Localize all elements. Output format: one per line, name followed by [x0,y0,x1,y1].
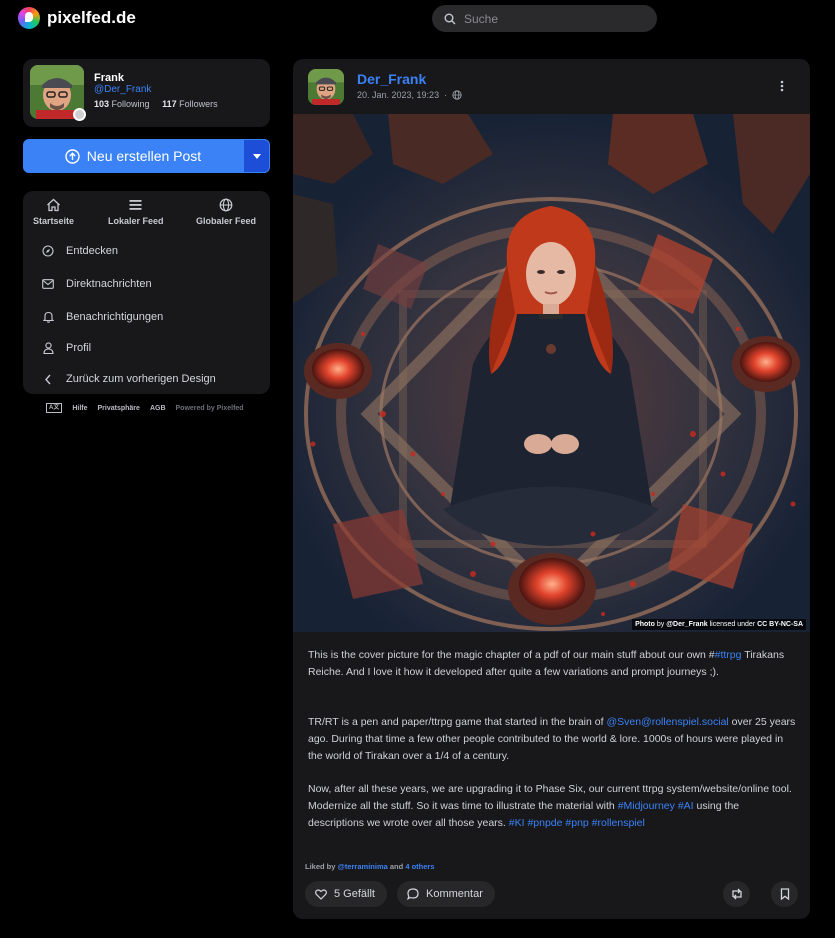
bookmark-button[interactable] [771,881,798,907]
profile-handle[interactable]: @Der_Frank [94,84,151,95]
caret-down-icon [252,153,261,159]
like-button[interactable]: 5 Gefällt [305,881,387,907]
tab-lokaler-feed[interactable]: Lokaler Feed [108,198,164,226]
like-label: 5 Gefällt [334,888,375,900]
following-label[interactable]: Following [112,99,150,109]
caption-paragraph: Now, after all these years, we are upgra… [308,781,798,831]
profile-name[interactable]: Frank [94,72,124,84]
top-bar: pixelfed.de [0,0,835,38]
upload-icon [65,148,80,164]
comment-button[interactable]: Kommentar [397,881,495,907]
footer-help-link[interactable]: Hilfe [72,405,87,412]
photo-credit: Photo by @Der_Frank licensed under CC BY… [632,619,806,630]
nav-item-entdecken[interactable]: Entdecken [23,241,270,261]
nav-item-label: Zurück zum vorherigen Design [66,373,216,385]
bookmark-icon [780,888,789,900]
caption-paragraph: This is the cover picture for the magic … [308,647,798,681]
search-input[interactable] [464,11,644,26]
bell-icon [41,310,55,324]
nav-item-label: Profil [66,342,92,354]
comment-icon [407,888,419,900]
status-badge [73,108,86,121]
liked-others-link[interactable]: 4 others [405,862,434,871]
new-post-button[interactable]: Neu erstellen Post [23,139,243,173]
credit-prefix: Photo [635,621,655,628]
search-box[interactable] [432,5,657,32]
globe-icon [219,198,233,212]
post-date[interactable]: 20. Jan. 2023, 19:23 [357,90,439,100]
nav-item-direktnachrichten[interactable]: Direktnachrichten [23,274,270,294]
list-icon [129,200,142,210]
tab-startseite-label: Startseite [33,216,75,226]
post-actions: 5 Gefällt Kommentar [305,881,798,907]
hashtag-link[interactable]: #Midjourney [618,800,675,812]
liked-by: Liked by @terraminima and 4 others [305,862,435,871]
caption-text: This is the cover picture for the magic … [308,649,715,661]
hashtag-link[interactable]: #AI [678,800,694,812]
tab-startseite[interactable]: Startseite [33,198,74,226]
followers-label[interactable]: Followers [179,99,218,109]
new-post-dropdown-toggle[interactable] [243,139,270,173]
compass-icon [41,244,55,258]
hashtag-link[interactable]: #KI #pnpde #pnp #rollenspiel [509,817,645,829]
meta-separator: · [444,90,448,100]
nav-item-label: Direktnachrichten [66,278,152,290]
tab-lokaler-feed-label: Lokaler Feed [108,216,164,226]
more-options-icon[interactable] [775,77,789,95]
profile-stats: 103 Following 117 Followers [94,99,218,109]
envelope-icon [41,277,55,291]
profile-card: Frank @Der_Frank 103 Following 117 Follo… [23,59,270,127]
credit-licensed: licensed under [709,621,756,628]
liked-and: and [389,862,404,871]
retweet-icon [731,888,742,900]
liked-prefix: Liked by [305,862,336,871]
credit-by: by [656,621,665,628]
nav-item-benachrichtigungen[interactable]: Benachrichtigungen [23,307,270,327]
post-card: Der_Frank 20. Jan. 2023, 19:23 · Photo b… [293,59,810,919]
feed-tabs: Startseite Lokaler Feed Globaler Feed [23,198,270,232]
liked-user-link[interactable]: @terraminima [338,862,388,871]
nav-item-profil[interactable]: Profil [23,338,270,358]
share-button[interactable] [723,881,750,907]
credit-author-link[interactable]: @Der_Frank [666,621,707,628]
nav-item-label: Entdecken [66,245,118,257]
brand-name: pixelfed.de [47,8,136,27]
tab-globaler-feed[interactable]: Globaler Feed [196,198,256,226]
pixelfed-logo-icon [18,7,40,29]
caption-paragraph: TR/RT is a pen and paper/ttrpg game that… [308,714,798,764]
chevron-left-icon [41,372,55,386]
post-image[interactable]: Photo by @Der_Frank licensed under CC BY… [293,114,810,632]
search-icon [444,13,456,24]
mention-link[interactable]: @Sven@rollenspiel.social [606,716,728,728]
post-meta: 20. Jan. 2023, 19:23 · [357,90,462,100]
post-author-name[interactable]: Der_Frank [357,71,426,87]
following-count[interactable]: 103 [94,99,109,109]
new-post-label: Neu erstellen Post [86,148,202,164]
tab-globaler-feed-label: Globaler Feed [196,216,257,226]
footer-links: A文 Hilfe Privatsphäre AGB Powered by Pix… [46,403,244,413]
credit-license-link[interactable]: CC BY-NC-SA [757,621,803,628]
followers-count[interactable]: 117 [162,99,177,109]
hashtag-link[interactable]: #ttrpg [715,649,742,661]
footer-privacy-link[interactable]: Privatsphäre [98,405,140,412]
comment-label: Kommentar [426,888,483,900]
nav-item-zurueck[interactable]: Zurück zum vorherigen Design [23,369,270,389]
caption-text: TR/RT is a pen and paper/ttrpg game that… [308,716,607,729]
post-caption: This is the cover picture for the magic … [308,647,798,848]
footer-terms-link[interactable]: AGB [150,405,166,412]
user-icon [41,341,55,355]
nav-item-label: Benachrichtigungen [66,311,164,323]
globe-icon [452,90,462,100]
navigation-card: Startseite Lokaler Feed Globaler Feed En… [23,191,270,394]
heart-icon [315,888,327,900]
post-image-illustration [293,114,810,632]
home-icon [47,198,60,212]
post-author-avatar[interactable] [308,69,344,105]
language-icon[interactable]: A文 [46,403,63,413]
brand[interactable]: pixelfed.de [18,7,136,29]
footer-powered-link[interactable]: Powered by Pixelfed [176,405,244,412]
new-post-group: Neu erstellen Post [23,139,270,173]
